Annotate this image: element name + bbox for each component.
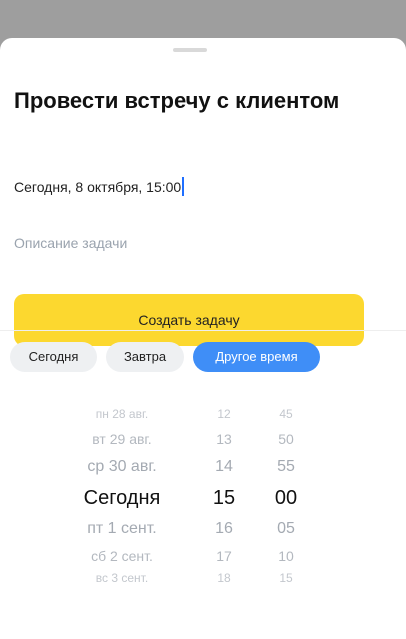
task-datetime-value: Сегодня, 8 октября, 15:00 — [14, 179, 182, 195]
task-datetime-field[interactable]: Сегодня, 8 октября, 15:00 — [14, 175, 374, 199]
chip-other-time[interactable]: Другое время — [193, 342, 320, 372]
sheet-grabber-handle[interactable] — [173, 48, 207, 52]
task-description-input[interactable]: Описание задачи — [14, 231, 374, 255]
picker-hour-option[interactable]: 13 — [202, 430, 246, 448]
picker-selected-minute-option[interactable]: 00 — [262, 486, 310, 510]
picker-hour-column[interactable]: 12 13 14 15 16 17 18 — [202, 396, 246, 586]
date-chips: Сегодня Завтра Другое время — [0, 342, 406, 372]
picker-minute-option[interactable]: 05 — [262, 519, 310, 539]
picker-day-column[interactable]: пн 28 авг. вт 29 авг. ср 30 авг. Сегодня пт … — [38, 396, 206, 586]
picker-day-option[interactable]: ср 30 авг. — [38, 457, 206, 477]
picker-minute-option[interactable]: 50 — [262, 430, 310, 448]
picker-day-option[interactable]: пн 28 авг. — [38, 406, 206, 422]
picker-minute-option[interactable]: 55 — [262, 457, 310, 477]
picker-day-option[interactable]: вс 3 сент. — [38, 570, 206, 586]
chip-today[interactable]: Сегодня — [10, 342, 97, 372]
picker-minute-column[interactable]: 45 50 55 00 05 10 15 — [262, 396, 310, 586]
sheet-divider — [0, 330, 406, 331]
picker-minute-option[interactable]: 10 — [262, 547, 310, 565]
chip-tomorrow[interactable]: Завтра — [106, 342, 184, 372]
picker-selected-day-option[interactable]: Сегодня — [38, 486, 206, 510]
picker-day-option[interactable]: вт 29 авг. — [38, 430, 206, 448]
picker-hour-option[interactable]: 17 — [202, 547, 246, 565]
picker-minute-option[interactable]: 45 — [262, 406, 310, 422]
picker-hour-option[interactable]: 18 — [202, 570, 246, 586]
picker-day-option[interactable]: пт 1 сент. — [38, 519, 206, 539]
text-caret — [182, 177, 185, 196]
picker-day-option[interactable]: сб 2 сент. — [38, 547, 206, 565]
task-title[interactable]: Провести встречу с клиентом — [14, 86, 374, 115]
create-task-button[interactable]: Создать задачу — [14, 294, 364, 346]
picker-minute-option[interactable]: 15 — [262, 570, 310, 586]
picker-selected-hour-option[interactable]: 15 — [202, 486, 246, 510]
datetime-picker[interactable]: пн 28 авг. вт 29 авг. ср 30 авг. Сегодня пт … — [0, 396, 406, 586]
picker-hour-option[interactable]: 14 — [202, 457, 246, 477]
picker-hour-option[interactable]: 16 — [202, 519, 246, 539]
picker-hour-option[interactable]: 12 — [202, 406, 246, 422]
